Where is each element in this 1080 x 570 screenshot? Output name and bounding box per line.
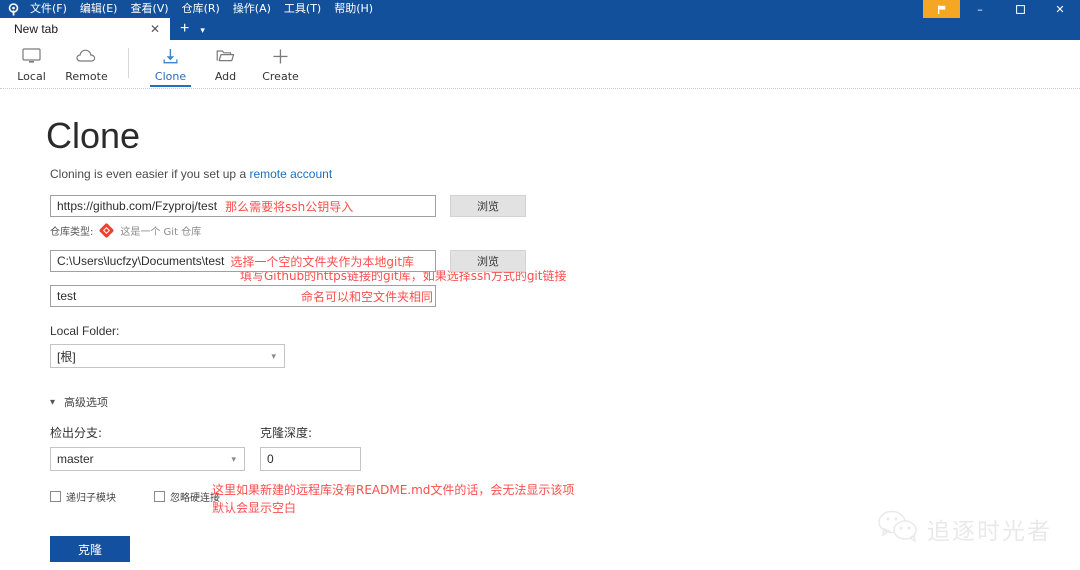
menu-item-actions[interactable]: 操作(A) (233, 0, 271, 18)
repo-type-value: 这是一个 Git 仓库 (120, 223, 201, 238)
folder-icon (216, 46, 235, 66)
menu-item-view[interactable]: 查看(V) (130, 0, 168, 18)
toolbar-item-add[interactable]: Add (198, 40, 253, 88)
menu-item-tools[interactable]: 工具(T) (284, 0, 321, 18)
advanced-options-toggle[interactable]: ▾ 高级选项 (50, 394, 1080, 410)
menu-item-file[interactable]: 文件(F) (30, 0, 67, 18)
menu-item-edit[interactable]: 编辑(E) (80, 0, 118, 18)
repo-type-row: 仓库类型: 这是一个 Git 仓库 (50, 223, 1080, 238)
menu-bar: 文件(F) 编辑(E) 查看(V) 仓库(R) 操作(A) 工具(T) 帮助(H… (30, 0, 373, 18)
window-controls: – ✕ (923, 0, 1080, 18)
annotation-path: 选择一个空的文件夹作为本地git库 (230, 253, 414, 270)
remote-account-link[interactable]: remote account (249, 167, 332, 181)
path-input[interactable]: C:\Users\lucfzy\Documents\test 选择一个空的文件夹… (50, 250, 436, 272)
url-input[interactable]: https://github.com/Fzyproj/test 那么需要将ssh… (50, 195, 436, 217)
depth-label: 克隆深度: (260, 424, 361, 441)
advanced-checkbox-row: 递归子模块 忽略硬连接 这里如果新建的远程库没有README.md文件的话，会无… (50, 489, 1080, 504)
path-field-row: C:\Users\lucfzy\Documents\test 选择一个空的文件夹… (50, 250, 1080, 272)
toolbar-divider (128, 48, 129, 78)
page-subtitle: Cloning is even easier if you set up a r… (50, 167, 1080, 181)
title-bar: 文件(F) 编辑(E) 查看(V) 仓库(R) 操作(A) 工具(T) 帮助(H… (0, 0, 1080, 18)
close-button[interactable]: ✕ (1040, 0, 1080, 18)
branch-field: 检出分支: master ▾ (50, 424, 245, 471)
chevron-down-icon: ▾ (50, 397, 55, 408)
toolbar-item-create[interactable]: Create (253, 40, 308, 88)
repo-type-label: 仓库类型: (50, 223, 93, 238)
branch-label: 检出分支: (50, 424, 245, 441)
download-icon (162, 46, 179, 66)
cloud-icon (76, 46, 98, 66)
toolbar-item-local[interactable]: Local (4, 40, 59, 88)
tab-new-tab[interactable]: New tab ✕ (0, 18, 170, 40)
monitor-icon (22, 46, 41, 66)
depth-field: 克隆深度: 0 (260, 424, 361, 471)
depth-input[interactable]: 0 (260, 447, 361, 471)
annotation-url-line2: 那么需要将ssh公钥导入 (225, 198, 353, 215)
local-folder-label: Local Folder: (50, 324, 1080, 338)
minimize-button[interactable]: – (960, 0, 1000, 18)
annotation-advanced-line1: 这里如果新建的远程库没有README.md文件的话，会无法显示该项 (212, 481, 574, 498)
advanced-fields: 检出分支: master ▾ 克隆深度: 0 (50, 424, 1080, 471)
local-folder-select[interactable]: [根] ▾ (50, 344, 285, 368)
toolbar-item-remote[interactable]: Remote (59, 40, 114, 88)
tab-strip: New tab ✕ + ▾ (0, 18, 1080, 40)
menu-item-help[interactable]: 帮助(H) (334, 0, 373, 18)
chevron-down-icon[interactable]: ▾ (196, 26, 211, 40)
git-repo-icon (99, 223, 115, 239)
toolbar-label: Add (215, 70, 236, 83)
subtitle-text: Cloning is even easier if you set up a (50, 167, 249, 181)
name-input[interactable]: test 命名可以和空文件夹相同 (50, 285, 436, 307)
name-input-value: test (57, 289, 76, 303)
maximize-button[interactable] (1000, 0, 1040, 18)
watermark: 追逐时光者 (877, 509, 1052, 548)
app-logo-icon (0, 0, 26, 18)
url-browse-button[interactable]: 浏览 (450, 195, 526, 217)
local-folder-value: [根] (57, 348, 76, 365)
path-input-value: C:\Users\lucfzy\Documents\test (57, 254, 224, 268)
path-browse-button[interactable]: 浏览 (450, 250, 526, 272)
recursive-submodules-checkbox[interactable] (50, 491, 61, 502)
toolbar-label: Local (17, 70, 46, 83)
toolbar-label: Create (262, 70, 299, 83)
menu-item-repository[interactable]: 仓库(R) (182, 0, 220, 18)
watermark-text: 追逐时光者 (927, 512, 1052, 546)
clone-page: Clone Cloning is even easier if you set … (0, 89, 1080, 562)
name-field-row: test 命名可以和空文件夹相同 (50, 285, 1080, 307)
recursive-submodules-label: 递归子模块 (66, 489, 116, 504)
flag-icon[interactable] (923, 0, 960, 18)
close-icon[interactable]: ✕ (148, 23, 162, 35)
toolbar-label: Clone (155, 70, 186, 83)
toolbar: Local Remote Clone Add (0, 40, 1080, 89)
page-title: Clone (46, 115, 1080, 157)
toolbar-item-clone[interactable]: Clone (143, 40, 198, 88)
chevron-down-icon: ▾ (231, 454, 236, 465)
advanced-options-label: 高级选项 (64, 394, 108, 410)
wechat-icon (877, 509, 919, 548)
plus-icon[interactable]: + (170, 21, 196, 40)
annotation-advanced-line2: 默认会显示空白 (212, 499, 296, 516)
chevron-down-icon: ▾ (271, 351, 276, 362)
url-field-row: https://github.com/Fzyproj/test 那么需要将ssh… (50, 195, 1080, 217)
tab-label: New tab (14, 22, 148, 36)
depth-value: 0 (267, 452, 274, 466)
url-input-value: https://github.com/Fzyproj/test (57, 199, 217, 213)
branch-select[interactable]: master ▾ (50, 447, 245, 471)
toolbar-label: Remote (65, 70, 107, 83)
branch-value: master (57, 452, 94, 466)
clone-button[interactable]: 克隆 (50, 536, 130, 562)
ignore-hardlinks-checkbox[interactable] (154, 491, 165, 502)
annotation-name: 命名可以和空文件夹相同 (301, 288, 433, 305)
plus-icon (272, 46, 289, 66)
